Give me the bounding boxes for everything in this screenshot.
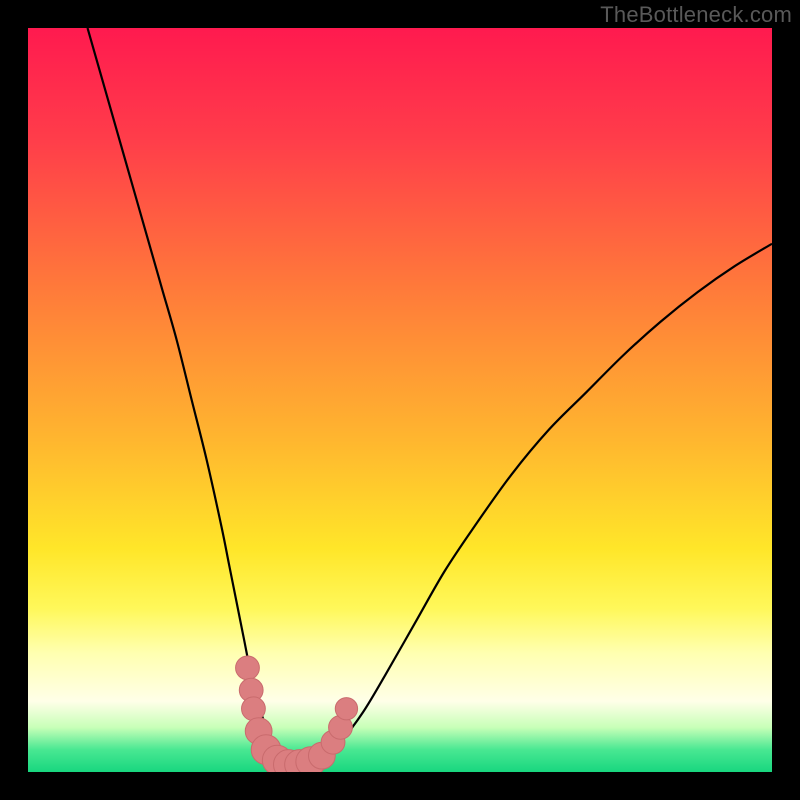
- watermark-label: TheBottleneck.com: [600, 2, 792, 28]
- data-marker: [335, 698, 357, 720]
- chart-svg: [28, 28, 772, 772]
- data-marker: [242, 697, 266, 721]
- data-marker: [236, 656, 260, 680]
- chart-frame: TheBottleneck.com: [0, 0, 800, 800]
- gradient-background: [28, 28, 772, 772]
- plot-area: [28, 28, 772, 772]
